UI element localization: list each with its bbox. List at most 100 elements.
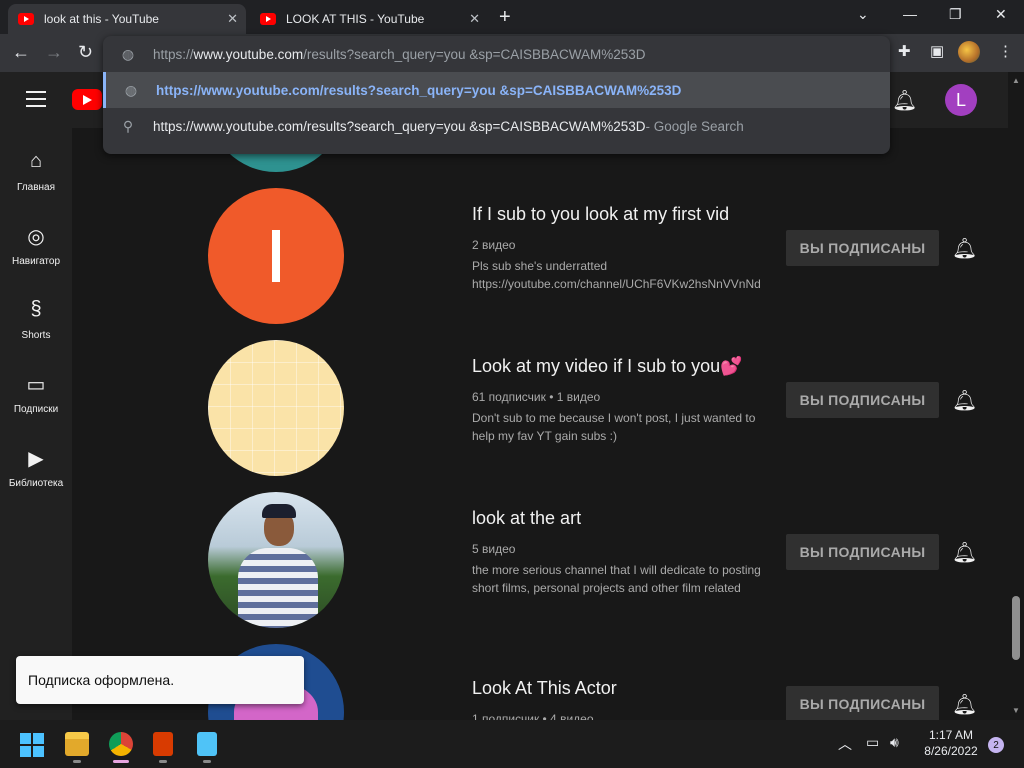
channel-title[interactable]: If I sub to you look at my first vid <box>472 204 729 225</box>
scroll-down-arrow-icon[interactable]: ▼ <box>1012 706 1020 715</box>
office-icon[interactable] <box>153 732 173 756</box>
subscriptions-icon: ▭ <box>26 374 46 396</box>
subscribed-button[interactable]: ВЫ ПОДПИСАНЫ <box>786 382 939 418</box>
close-tab-icon[interactable]: ✕ <box>227 11 238 27</box>
description-line: Pls sub she's underratted <box>472 259 608 273</box>
profile-avatar[interactable] <box>958 41 980 63</box>
subscription-toast: Подписка оформлена. <box>16 656 304 704</box>
notification-bell-icon[interactable]: 🔔︎ <box>952 692 977 717</box>
channel-meta: 5 видео <box>472 542 516 556</box>
minimize-button[interactable]: — <box>903 6 917 22</box>
subscribed-button[interactable]: ВЫ ПОДПИСАНЫ <box>786 534 939 570</box>
reload-icon[interactable]: ↻ <box>78 42 93 63</box>
channel-avatar[interactable] <box>208 492 344 628</box>
description-line: help my fav YT gain subs :) <box>472 429 617 443</box>
sidebar-item-shorts[interactable]: § Shorts <box>0 298 72 341</box>
tab-look-at-this[interactable]: look at this - YouTube ✕ <box>8 4 246 34</box>
shorts-icon: § <box>30 298 42 320</box>
search-results: If I sub to you look at my first vid 2 в… <box>72 128 1008 720</box>
youtube-logo[interactable] <box>72 89 102 110</box>
notification-count-badge[interactable]: 2 <box>988 737 1004 753</box>
tab-look-at-this-caps[interactable]: LOOK AT THIS - YouTube ✕ <box>250 4 488 34</box>
url-host: www.youtube.com <box>193 46 304 62</box>
new-tab-button[interactable]: + <box>499 6 511 29</box>
description-line: https://youtube.com/channel/UChF6VKw2hsN… <box>472 277 761 291</box>
notifications-bell-icon[interactable]: 🔔︎ <box>892 88 917 113</box>
suggestion-text: https://www.youtube.com/results?search_q… <box>153 118 646 134</box>
channel-description: the more serious channel that I will ded… <box>472 561 772 597</box>
side-panel-icon[interactable]: ▣ <box>930 42 944 60</box>
sidebar-item-label: Подписки <box>13 404 59 415</box>
scroll-up-arrow-icon[interactable]: ▲ <box>1012 76 1020 85</box>
hamburger-menu-icon[interactable] <box>26 91 46 112</box>
home-icon: ⌂ <box>29 150 43 172</box>
sidebar-item-subscriptions[interactable]: ▭ Подписки <box>0 372 72 415</box>
account-avatar[interactable]: L <box>945 84 977 116</box>
clock-time: 1:17 AM <box>928 728 974 742</box>
suggestion-text: https://www.youtube.com/results?search_q… <box>156 82 682 98</box>
browser-tab-strip: look at this - YouTube ✕ LOOK AT THIS - … <box>0 0 1024 34</box>
address-bar[interactable]: ◍ https://www.youtube.com/results?search… <box>103 36 890 72</box>
forward-arrow-icon[interactable]: → <box>45 42 63 63</box>
sidebar-item-label: Главная <box>16 182 56 193</box>
url-scheme: https:// <box>153 46 194 62</box>
sidebar-item-library[interactable]: ▶ Библиотека <box>0 446 72 489</box>
notepad-icon[interactable] <box>197 732 217 756</box>
file-explorer-icon[interactable] <box>65 732 89 756</box>
sidebar-item-label: Shorts <box>21 330 51 341</box>
extensions-puzzle-icon[interactable]: ✚ <box>898 42 911 60</box>
tray-chevron-icon[interactable]: ︿ <box>838 734 852 754</box>
channel-title[interactable]: look at the art <box>472 508 581 529</box>
channel-title[interactable]: Look at my video if I sub to you💕 <box>472 356 743 377</box>
channel-description: Don't sub to me because I won't post, I … <box>472 409 772 445</box>
screen: look at this - YouTube ✕ LOOK AT THIS - … <box>0 0 1024 768</box>
windows-taskbar: ︿ ▭ 🔊︎ 1:17 AM 8/26/2022 <box>0 720 1024 768</box>
close-window-button[interactable]: ✕ <box>995 6 1007 23</box>
library-icon: ▶ <box>28 448 44 470</box>
close-tab-icon[interactable]: ✕ <box>469 11 480 27</box>
sidebar-item-explore[interactable]: ◎ Навигатор <box>0 224 72 267</box>
chrome-icon[interactable] <box>109 732 133 756</box>
volume-icon[interactable]: 🔊︎ <box>890 734 899 751</box>
clock-date: 8/26/2022 <box>924 744 978 758</box>
sidebar-item-label: Библиотека <box>8 478 64 489</box>
channel-meta: 61 подписчик • 1 видео <box>472 390 601 404</box>
globe-icon: ◍ <box>124 81 138 98</box>
search-icon: ⚲ <box>122 117 134 134</box>
youtube-favicon-icon <box>18 13 34 25</box>
more-menu-icon[interactable]: ⋮ <box>998 42 1013 60</box>
suggestion-suffix: - Google Search <box>645 118 744 134</box>
channel-meta: 2 видео <box>472 238 516 252</box>
globe-icon: ◍ <box>121 45 135 62</box>
channel-meta: 1 подписчик • 4 видео <box>472 712 594 720</box>
sidebar-item-home[interactable]: ⌂ Главная <box>0 150 72 193</box>
channel-avatar[interactable] <box>208 188 344 324</box>
omnibox-suggestion-url[interactable]: ◍ https://www.youtube.com/results?search… <box>103 72 890 108</box>
notification-bell-icon[interactable]: 🔔︎ <box>952 540 977 565</box>
channel-avatar[interactable] <box>208 340 344 476</box>
notification-bell-icon[interactable]: 🔔︎ <box>952 388 977 413</box>
restore-button[interactable]: ❐ <box>949 6 962 23</box>
youtube-sidebar: ⌂ Главная ◎ Навигатор § Shorts ▭ Подписк… <box>0 128 72 720</box>
tab-title: LOOK AT THIS - YouTube <box>286 12 425 26</box>
description-line: Don't sub to me because I won't post, I … <box>472 411 756 425</box>
network-icon[interactable]: ▭ <box>866 734 879 751</box>
youtube-favicon-icon <box>260 13 276 25</box>
channel-title[interactable]: Look At This Actor <box>472 678 617 699</box>
tab-search-chevron-icon[interactable]: ⌄ <box>857 6 869 23</box>
scrollbar-thumb[interactable] <box>1012 596 1020 660</box>
subscribed-button[interactable]: ВЫ ПОДПИСАНЫ <box>786 686 939 720</box>
system-clock[interactable]: 1:17 AM 8/26/2022 <box>916 727 986 759</box>
start-button[interactable] <box>20 733 44 757</box>
notification-bell-icon[interactable]: 🔔︎ <box>952 236 977 261</box>
subscribed-button[interactable]: ВЫ ПОДПИСАНЫ <box>786 230 939 266</box>
channel-description: Pls sub she's underratted https://youtub… <box>472 257 772 293</box>
page-scrollbar[interactable]: ▲ ▼ <box>1008 72 1024 720</box>
compass-icon: ◎ <box>27 226 45 248</box>
url-path: /results?search_query=you &sp=CAISBBACWA… <box>303 46 646 62</box>
description-line: short films, personal projects and other… <box>472 581 741 595</box>
back-arrow-icon[interactable]: ← <box>12 42 30 63</box>
tab-title: look at this - YouTube <box>44 12 159 26</box>
omnibox-suggestion-search[interactable]: ⚲ https://www.youtube.com/results?search… <box>103 108 890 144</box>
sidebar-item-label: Навигатор <box>11 256 61 267</box>
